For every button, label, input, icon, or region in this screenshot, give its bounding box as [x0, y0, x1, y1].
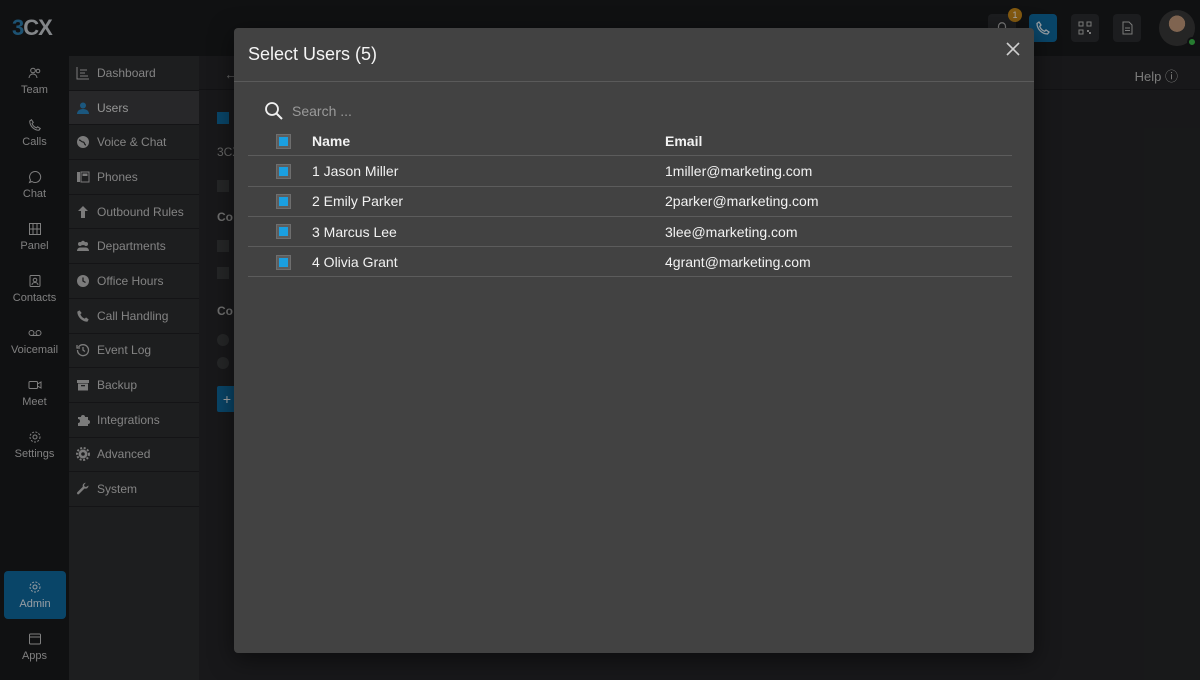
- user-email-cell: 4grant@marketing.com: [665, 253, 811, 270]
- dialog-title: Select Users (5): [248, 44, 378, 64]
- dialog-header: Select Users (5): [234, 28, 1034, 82]
- column-header-email[interactable]: Email: [665, 133, 702, 149]
- row-checkbox[interactable]: [276, 163, 291, 179]
- select-all-checkbox[interactable]: [276, 133, 291, 149]
- user-name-cell: 1 Jason Miller: [312, 162, 399, 179]
- select-users-dialog: Select Users (5) Name Email 1 Jason Mill…: [234, 28, 1034, 653]
- user-email-cell: 2parker@marketing.com: [665, 193, 819, 210]
- search-input[interactable]: [292, 103, 592, 119]
- user-name-cell: 2 Emily Parker: [312, 193, 404, 210]
- checkbox-checked-mark: [279, 197, 288, 207]
- column-header-name[interactable]: Name: [312, 133, 350, 149]
- checkbox-checked-mark: [279, 227, 288, 237]
- search-icon: [265, 102, 283, 120]
- row-checkbox[interactable]: [276, 194, 291, 210]
- table-row[interactable]: 1 Jason Miller 1miller@marketing.com: [248, 156, 1012, 187]
- checkbox-checked-mark: [279, 136, 288, 146]
- users-table: Name Email 1 Jason Miller 1miller@market…: [248, 126, 1012, 278]
- table-row[interactable]: 4 Olivia Grant 4grant@marketing.com: [248, 247, 1012, 278]
- user-name-cell: 3 Marcus Lee: [312, 223, 397, 240]
- close-icon[interactable]: [1004, 40, 1022, 58]
- row-checkbox[interactable]: [276, 224, 291, 240]
- user-email-cell: 1miller@marketing.com: [665, 162, 813, 179]
- user-name-cell: 4 Olivia Grant: [312, 253, 398, 270]
- search-bar: [264, 100, 592, 122]
- checkbox-checked-mark: [279, 257, 288, 267]
- user-email-cell: 3lee@marketing.com: [665, 223, 798, 240]
- checkbox-checked-mark: [279, 166, 288, 176]
- table-row[interactable]: 2 Emily Parker 2parker@marketing.com: [248, 187, 1012, 217]
- row-checkbox[interactable]: [276, 254, 291, 270]
- table-row[interactable]: 3 Marcus Lee 3lee@marketing.com: [248, 217, 1012, 248]
- table-header-row: Name Email: [248, 126, 1012, 157]
